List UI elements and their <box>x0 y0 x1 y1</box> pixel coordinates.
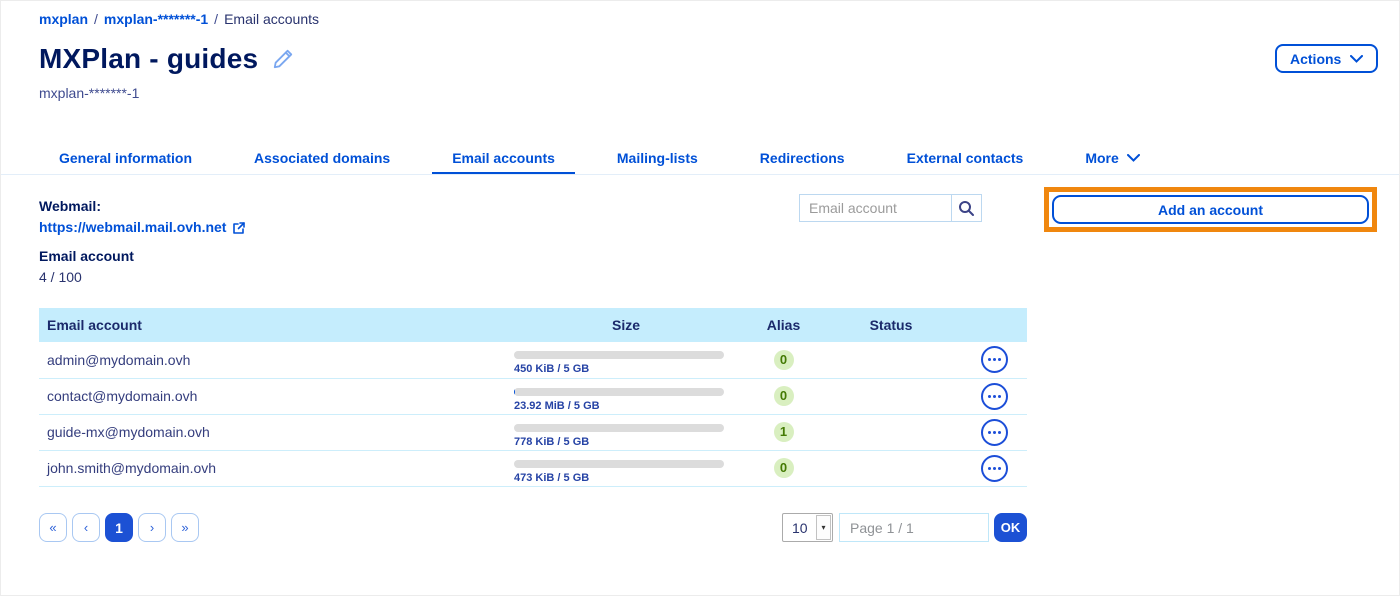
size-cell: 450 KiB / 5 GB <box>506 342 746 378</box>
page-number-input[interactable] <box>839 513 989 542</box>
quota-label: 23.92 MiB / 5 GB <box>514 400 738 412</box>
external-link-icon <box>232 221 246 235</box>
table-row: john.smith@mydomain.ovh 473 KiB / 5 GB 0 <box>39 450 1027 486</box>
column-header-alias: Alias <box>746 308 821 342</box>
column-header-size: Size <box>506 308 746 342</box>
breadcrumb: mxplan / mxplan-*******-1 / Email accounts <box>39 11 319 27</box>
pagination-ok-button[interactable]: OK <box>994 513 1027 542</box>
row-actions-ellipsis-button[interactable] <box>981 383 1008 410</box>
chevron-down-icon <box>1350 55 1363 63</box>
quota-progress-bar <box>514 351 724 359</box>
status-cell <box>821 414 961 450</box>
status-cell <box>821 450 961 486</box>
tab-external-contacts[interactable]: External contacts <box>907 142 1024 174</box>
actions-button-label: Actions <box>1290 51 1341 67</box>
alias-count-badge: 1 <box>774 422 794 442</box>
email-accounts-table: Email account Size Alias Status admin@my… <box>39 308 1027 487</box>
tab-bar: General information Associated domains E… <box>1 142 1399 175</box>
email-address: john.smith@mydomain.ovh <box>39 450 506 486</box>
page-size-select[interactable]: 10 ▾ <box>782 513 833 542</box>
breadcrumb-separator: / <box>214 11 218 27</box>
page-title: MXPlan - guides <box>39 43 258 75</box>
email-account-search <box>799 194 982 222</box>
size-cell: 778 KiB / 5 GB <box>506 414 746 450</box>
quota-label: 778 KiB / 5 GB <box>514 436 738 448</box>
row-actions-ellipsis-button[interactable] <box>981 455 1008 482</box>
highlight-box: Add an account <box>1044 187 1377 232</box>
table-row: contact@mydomain.ovh 23.92 MiB / 5 GB 0 <box>39 378 1027 414</box>
service-id-subtitle: mxplan-*******-1 <box>39 85 139 101</box>
pagination-first-button[interactable]: « <box>39 513 67 542</box>
column-header-status: Status <box>821 308 961 342</box>
alias-count-badge: 0 <box>774 458 794 478</box>
status-cell <box>821 342 961 378</box>
pagination: « ‹ 1 › » <box>39 513 199 542</box>
breadcrumb-link-service[interactable]: mxplan-*******-1 <box>104 11 208 27</box>
breadcrumb-current: Email accounts <box>224 11 319 27</box>
tab-general-information[interactable]: General information <box>59 142 192 174</box>
pagination-prev-button[interactable]: ‹ <box>72 513 100 542</box>
quota-progress-bar <box>514 388 724 396</box>
select-dropdown-arrow-icon: ▾ <box>816 515 831 540</box>
table-header-row: Email account Size Alias Status <box>39 308 1027 342</box>
email-account-count-label: Email account <box>39 246 246 267</box>
column-header-actions <box>961 308 1027 342</box>
mxplan-email-accounts-page: mxplan / mxplan-*******-1 / Email accounts M… <box>0 0 1400 596</box>
size-cell: 23.92 MiB / 5 GB <box>506 378 746 414</box>
search-input[interactable] <box>800 195 951 221</box>
table-row: guide-mx@mydomain.ovh 778 KiB / 5 GB 1 <box>39 414 1027 450</box>
alias-count-badge: 0 <box>774 350 794 370</box>
row-actions-ellipsis-button[interactable] <box>981 346 1008 373</box>
status-cell <box>821 378 961 414</box>
edit-pencil-icon[interactable] <box>272 48 294 70</box>
account-info-block: Webmail: https://webmail.mail.ovh.net Em… <box>39 196 246 288</box>
column-header-email-account: Email account <box>39 308 506 342</box>
search-icon <box>958 200 975 217</box>
actions-button[interactable]: Actions <box>1275 44 1378 73</box>
table-row: admin@mydomain.ovh 450 KiB / 5 GB 0 <box>39 342 1027 378</box>
page-size-value: 10 <box>783 514 815 541</box>
webmail-link[interactable]: https://webmail.mail.ovh.net <box>39 217 246 238</box>
add-account-button[interactable]: Add an account <box>1052 195 1369 224</box>
pagination-next-button[interactable]: › <box>138 513 166 542</box>
tab-more[interactable]: More <box>1085 142 1139 174</box>
tab-mailing-lists[interactable]: Mailing-lists <box>617 142 698 174</box>
breadcrumb-separator: / <box>94 11 98 27</box>
email-address: admin@mydomain.ovh <box>39 342 506 378</box>
pagination-page-1-button[interactable]: 1 <box>105 513 133 542</box>
search-button[interactable] <box>951 195 981 221</box>
quota-label: 450 KiB / 5 GB <box>514 363 738 375</box>
pagination-last-button[interactable]: » <box>171 513 199 542</box>
breadcrumb-link-mxplan[interactable]: mxplan <box>39 11 88 27</box>
tab-redirections[interactable]: Redirections <box>760 142 845 174</box>
pagination-controls: 10 ▾ OK <box>782 513 1027 542</box>
quota-progress-bar <box>514 424 724 432</box>
email-address: contact@mydomain.ovh <box>39 378 506 414</box>
quota-progress-bar <box>514 460 724 468</box>
tab-associated-domains[interactable]: Associated domains <box>254 142 390 174</box>
title-row: MXPlan - guides <box>39 43 294 75</box>
quota-label: 473 KiB / 5 GB <box>514 472 738 484</box>
email-account-count-value: 4 / 100 <box>39 267 246 288</box>
alias-count-badge: 0 <box>774 386 794 406</box>
row-actions-ellipsis-button[interactable] <box>981 419 1008 446</box>
webmail-label: Webmail: <box>39 196 246 217</box>
tab-email-accounts[interactable]: Email accounts <box>452 142 555 174</box>
email-address: guide-mx@mydomain.ovh <box>39 414 506 450</box>
chevron-down-icon <box>1127 154 1140 162</box>
size-cell: 473 KiB / 5 GB <box>506 450 746 486</box>
